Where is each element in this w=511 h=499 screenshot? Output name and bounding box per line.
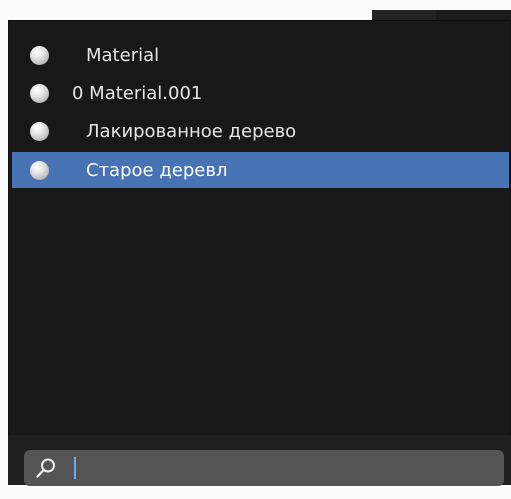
material-item[interactable]: Лакированное дерево (12, 113, 509, 149)
text-caret (74, 457, 76, 479)
material-item[interactable]: 0 Material.001 (12, 75, 509, 111)
material-item-label: Material (86, 44, 160, 66)
blender-material-browser: ⌂ ▸ ▾ ● ⛶ ◎ ◍ ▽ Material 0 Material.001 … (0, 0, 511, 499)
material-preview-icon (30, 45, 49, 65)
search-icon (36, 458, 55, 478)
material-preview-icon (30, 83, 49, 103)
material-preview-icon (30, 121, 49, 141)
material-item-selected[interactable]: Старое деревл (12, 152, 509, 188)
material-item[interactable]: Material (12, 37, 509, 73)
material-list-popup: Material 0 Material.001 Лакированное дер… (8, 20, 511, 486)
material-item-label: Лакированное дерево (86, 120, 297, 142)
material-item-label: 0 Material.001 (72, 82, 203, 104)
search-input[interactable] (24, 450, 504, 486)
material-preview-icon (30, 160, 49, 180)
material-item-label: Старое деревл (86, 159, 228, 181)
